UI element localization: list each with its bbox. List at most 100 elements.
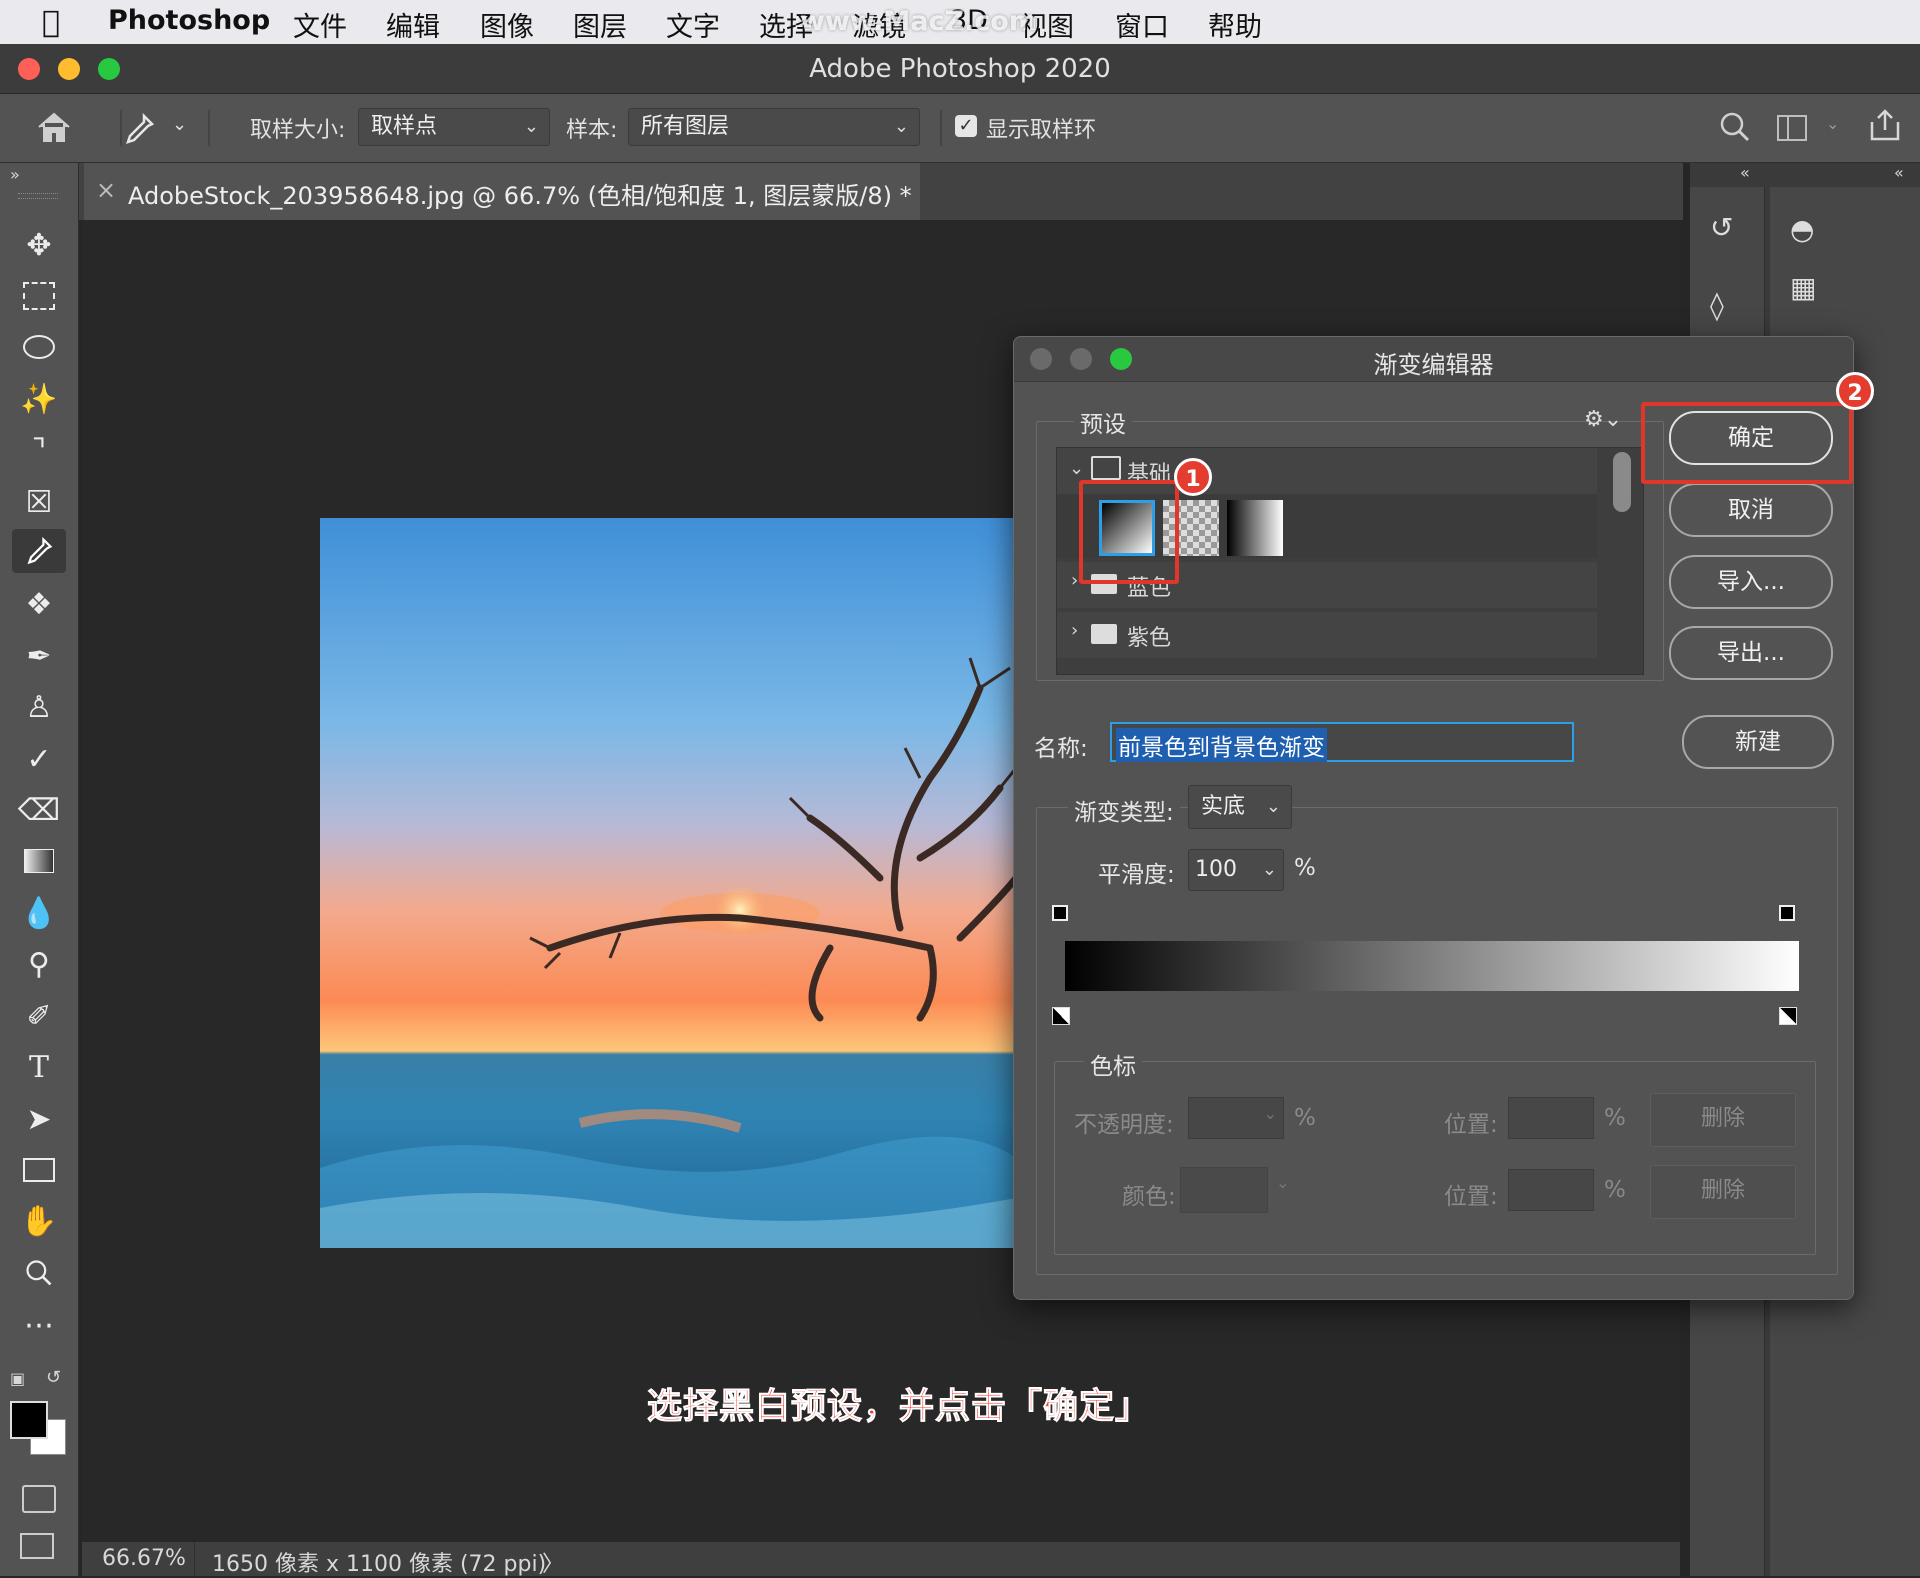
stop-color-swatch[interactable]	[1180, 1167, 1268, 1213]
sample-layers-select[interactable]: 所有图层 ⌄	[628, 108, 920, 146]
dodge-tool-icon[interactable]: ⚲	[12, 942, 66, 986]
apple-menu-icon[interactable]: 	[42, 5, 60, 40]
blur-tool-icon[interactable]: 💧	[12, 891, 66, 935]
macos-menubar:  Photoshop 文件 编辑 图像 图层 文字 选择 滤镜 3D 视图 窗…	[0, 0, 1920, 44]
document-tab[interactable]: × AdobeStock_203958648.jpg @ 66.7% (色相/饱…	[84, 163, 920, 220]
smoothness-input[interactable]: 100 ⌄	[1188, 849, 1284, 891]
history-brush-tool-icon[interactable]: ✓	[12, 737, 66, 781]
swatches-grid-icon[interactable]: ▦	[1790, 271, 1816, 304]
dialog-title: 渐变编辑器	[1373, 351, 1494, 379]
color-delete-button[interactable]: 删除	[1650, 1165, 1796, 1219]
sample-size-select[interactable]: 取样点 ⌄	[358, 108, 550, 146]
name-label: 名称:	[1034, 736, 1088, 762]
chevron-down-icon: ⌄	[1261, 859, 1277, 880]
opacity-stop-right[interactable]	[1779, 905, 1795, 921]
chevron-down-icon[interactable]: ⌄	[1276, 1173, 1289, 1192]
more-tools-icon[interactable]: ⋯	[12, 1303, 66, 1347]
screen-mode-icon[interactable]	[20, 1533, 54, 1559]
menu-layer[interactable]: 图层	[573, 5, 627, 44]
home-icon[interactable]	[36, 110, 72, 150]
menu-app-name[interactable]: Photoshop	[108, 5, 270, 36]
color-location-input[interactable]	[1508, 1169, 1594, 1211]
close-tab-icon[interactable]: ×	[96, 176, 116, 204]
pen-tool-icon[interactable]: ✐	[12, 994, 66, 1038]
menu-help[interactable]: 帮助	[1208, 5, 1262, 44]
collapse-panel-icon[interactable]: «	[1894, 163, 1904, 182]
folder-row-purple[interactable]: › 紫色	[1057, 612, 1597, 658]
gradient-tool-icon[interactable]	[12, 839, 66, 883]
path-selection-tool-icon[interactable]: ➤	[12, 1097, 66, 1141]
marquee-tool-icon[interactable]	[12, 274, 66, 318]
tools-panel: » ✥ ✨ ⌝ ☒ ❖ ✒ ♙ ✓ ⌫ 💧 ⚲ ✐ T ➤ ✋ ⋯ ▣ ↺	[0, 163, 79, 1576]
healing-brush-tool-icon[interactable]: ❖	[12, 582, 66, 626]
gradient-type-select[interactable]: 实底 ⌄	[1188, 785, 1292, 829]
divider	[208, 110, 210, 146]
cancel-button[interactable]: 取消	[1669, 483, 1833, 537]
crop-tool-icon[interactable]: ⌝	[12, 428, 66, 472]
new-button[interactable]: 新建	[1682, 715, 1834, 769]
panel-grip[interactable]	[18, 193, 58, 199]
color-stop-right[interactable]	[1779, 1007, 1797, 1025]
chevron-down-icon: ⌄	[893, 116, 909, 137]
preset-black-white-swatch[interactable]	[1227, 500, 1283, 556]
chevron-down-icon[interactable]: ⌄	[1069, 458, 1084, 479]
eyedropper-tool-icon[interactable]	[12, 529, 66, 573]
smoothness-label: 平滑度:	[1098, 862, 1175, 888]
search-icon[interactable]	[1718, 110, 1752, 150]
menu-file[interactable]: 文件	[293, 5, 347, 44]
opacity-delete-button[interactable]: 删除	[1650, 1093, 1796, 1147]
gradient-type-value: 实底	[1201, 794, 1246, 819]
menu-edit[interactable]: 编辑	[386, 5, 440, 44]
collapse-panel-icon[interactable]: «	[1740, 163, 1750, 182]
color-label: 颜色:	[1122, 1184, 1176, 1210]
opacity-stop-left[interactable]	[1052, 905, 1068, 921]
history-icon[interactable]: ↺	[1710, 211, 1733, 244]
menu-window[interactable]: 窗口	[1115, 5, 1169, 44]
magic-wand-tool-icon[interactable]: ✨	[12, 377, 66, 421]
zoom-level[interactable]: 66.67%	[102, 1546, 186, 1571]
gradient-name-input[interactable]: 前景色到背景色渐变	[1110, 722, 1574, 762]
rectangle-tool-icon[interactable]	[12, 1148, 66, 1192]
gear-icon[interactable]: ⚙⌄	[1584, 407, 1622, 432]
hand-tool-icon[interactable]: ✋	[12, 1199, 66, 1243]
zoom-tool-icon[interactable]	[12, 1251, 66, 1295]
show-ring-checkbox[interactable]: ✓	[955, 115, 977, 137]
sunset-image	[320, 518, 1016, 1248]
opacity-location-input[interactable]	[1508, 1097, 1594, 1139]
menu-type[interactable]: 文字	[666, 5, 720, 44]
chevron-down-icon[interactable]: ⌄	[1826, 114, 1839, 133]
quick-mask-icon[interactable]	[22, 1485, 56, 1513]
export-button[interactable]: 导出...	[1669, 626, 1833, 680]
gradient-name-value: 前景色到背景色渐变	[1116, 728, 1327, 762]
color-location-percent: %	[1604, 1177, 1626, 1203]
opacity-input[interactable]: ⌄	[1188, 1097, 1284, 1139]
chevron-right-icon[interactable]: ›	[1071, 570, 1078, 591]
step-badge-2: 2	[1836, 372, 1874, 410]
share-icon[interactable]	[1868, 108, 1902, 148]
canvas-photo-sunset[interactable]	[320, 518, 1016, 1248]
chevron-right-icon[interactable]: ›	[1071, 620, 1078, 641]
status-arrow-icon[interactable]: 〉	[542, 1546, 564, 1578]
import-button[interactable]: 导入...	[1669, 555, 1833, 609]
opacity-percent: %	[1294, 1105, 1316, 1131]
color-stops-label: 色标	[1084, 1047, 1142, 1081]
type-tool-icon[interactable]: T	[12, 1045, 66, 1089]
color-palette-icon[interactable]: ◓	[1790, 213, 1814, 246]
workspace-icon[interactable]	[1776, 114, 1808, 148]
chevron-down-icon[interactable]: ⌄	[172, 114, 187, 135]
color-stop-left[interactable]	[1052, 1007, 1070, 1025]
eraser-tool-icon[interactable]: ⌫	[12, 788, 66, 832]
collapse-panel-icon[interactable]: »	[10, 165, 20, 184]
3d-icon[interactable]: ◊	[1710, 289, 1724, 322]
clone-stamp-tool-icon[interactable]: ♙	[12, 685, 66, 729]
folder-name: 紫色	[1127, 626, 1172, 651]
window-titlebar: Adobe Photoshop 2020	[0, 44, 1920, 94]
brush-tool-icon[interactable]: ✒	[12, 634, 66, 678]
menu-image[interactable]: 图像	[480, 5, 534, 44]
gradient-preview-bar[interactable]	[1065, 941, 1799, 991]
eyedropper-preset-icon[interactable]	[122, 112, 156, 152]
move-tool-icon[interactable]: ✥	[12, 223, 66, 267]
frame-tool-icon[interactable]: ☒	[12, 480, 66, 524]
presets-scrollbar[interactable]	[1613, 452, 1631, 512]
lasso-tool-icon[interactable]	[12, 325, 66, 369]
